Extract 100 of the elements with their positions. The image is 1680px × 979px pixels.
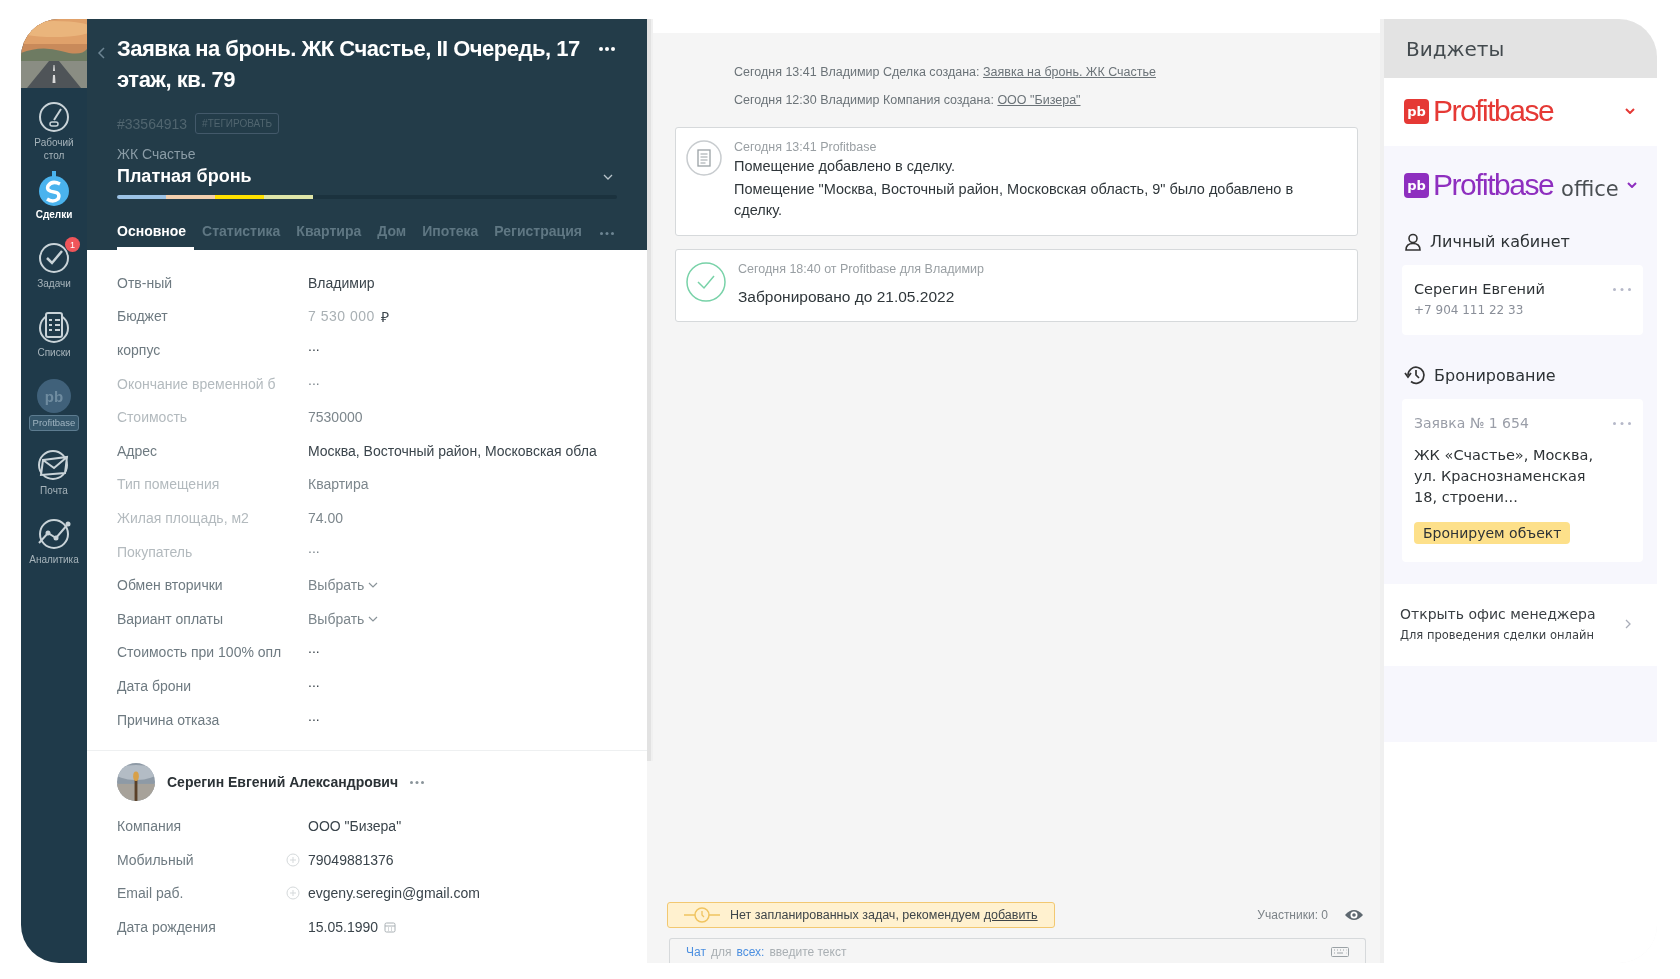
- field-value[interactable]: ...: [308, 338, 320, 354]
- keyboard-icon[interactable]: [1331, 947, 1349, 957]
- field-value[interactable]: evgeny.seregin@gmail.com: [308, 885, 480, 902]
- notification-badge: 1: [65, 237, 80, 252]
- list-icon: [38, 310, 70, 344]
- field-label: Окончание временной б: [117, 375, 277, 392]
- section-title: Бронирование: [1434, 365, 1556, 385]
- field-label: Компания: [117, 818, 183, 835]
- logo-suffix: office: [1561, 177, 1619, 201]
- manager-link-subtitle: Для проведения сделки онлайн: [1400, 628, 1595, 642]
- pipeline-name: ЖК Счастье: [117, 146, 197, 162]
- chat-input[interactable]: Чат для всех: введите текст: [669, 938, 1366, 963]
- field-label: Тип помещения: [117, 476, 221, 493]
- profitbase-logo-icon: pb: [1404, 98, 1429, 124]
- profitbase-logo: Profitbase: [1433, 94, 1554, 128]
- event-link[interactable]: ООО "Бизера": [997, 93, 1081, 107]
- booking-status: Бронируем объект: [1414, 522, 1571, 544]
- widgets-title: Виджеты: [1384, 19, 1657, 78]
- field-label: Дата рождения: [117, 918, 217, 935]
- field-value[interactable]: ООО "Бизера": [308, 818, 402, 835]
- chevron-down-icon[interactable]: [1625, 108, 1635, 114]
- tab[interactable]: Основное: [117, 217, 195, 250]
- note-meta: Сегодня 13:41 Profitbase: [734, 140, 878, 154]
- currency-sign: ₽: [380, 307, 389, 326]
- field-label: Стоимость: [117, 409, 189, 426]
- note-text: Помещение "Москва, Восточный район, Московская область, 9" было добавлено в сделку.: [734, 180, 1295, 220]
- task-notice-text: Нет запланированных задач, рекомендуем добавить: [730, 908, 1038, 922]
- field-label: Дата брони: [117, 677, 193, 694]
- note-text: Помещение добавлено в сделку.: [734, 157, 956, 176]
- profitbase-logo: Profitbase: [1433, 168, 1554, 202]
- chevron-right-icon: [1625, 619, 1631, 629]
- nav-item[interactable]: Аналитика: [21, 511, 87, 580]
- field-label: Жилая площадь, м2: [117, 509, 250, 526]
- section-title: Личный кабинет: [1430, 232, 1570, 251]
- chevron-down-icon: [368, 582, 379, 589]
- field-label: Адрес: [117, 442, 159, 459]
- event-link[interactable]: Заявка на бронь. ЖК Счастье: [983, 65, 1156, 79]
- event-line: Сегодня 13:41 Владимир Сделка создана: Заявка на бронь. ЖК Счастье: [734, 65, 1157, 79]
- nav-item[interactable]: Сделки: [21, 166, 87, 235]
- nav-item[interactable]: 1 Задачи: [21, 235, 87, 304]
- nav-item[interactable]: Рабочий стол: [21, 94, 87, 166]
- checkmark-icon: [686, 262, 726, 302]
- back-icon[interactable]: [97, 47, 105, 59]
- checkmark-icon: [38, 242, 70, 274]
- field-value[interactable]: ...: [308, 707, 320, 724]
- participants-count: Участники: 0: [1257, 908, 1328, 922]
- note-text: Забронировано до 21.05.2022: [738, 287, 956, 307]
- chat-placeholder: введите текст: [769, 945, 847, 959]
- eye-icon[interactable]: [1344, 908, 1364, 922]
- widget-header[interactable]: pb Profitbase: [1384, 78, 1657, 146]
- field-label: Бюджет: [117, 308, 169, 325]
- envelope-icon: [37, 449, 71, 481]
- document-icon: [686, 140, 722, 176]
- field-value[interactable]: Владимир: [308, 274, 375, 291]
- field-label: корпус: [117, 342, 162, 358]
- field-label: Причина отказа: [117, 711, 221, 728]
- more-icon[interactable]: [599, 47, 615, 51]
- booking-card[interactable]: Заявка № 1 654 ЖК «Счастье», Москва, ул. Краснознаменская 18, строени... Бронируем объект: [1402, 399, 1643, 562]
- chat-audience-link[interactable]: всех:: [736, 945, 765, 959]
- contact-name[interactable]: Серегин Евгений Александрович: [167, 774, 399, 791]
- chat-for-label: для: [710, 945, 732, 959]
- nav-item[interactable]: Списки: [21, 304, 87, 373]
- add-task-link[interactable]: добавить: [983, 908, 1038, 922]
- chevron-down-icon: [368, 615, 379, 622]
- field-label: Обмен вторички: [117, 577, 224, 594]
- deal-title: Заявка на бронь. ЖК Счастье, II Очередь, 17 этаж, кв. 79: [117, 35, 581, 94]
- gauge-icon: [38, 101, 70, 133]
- field-label: Покупатель: [117, 543, 194, 560]
- nav-item[interactable]: Почта: [21, 442, 87, 511]
- chevron-down-icon: [603, 173, 613, 180]
- chat-mode-link[interactable]: Чат: [686, 945, 706, 959]
- field-value[interactable]: ...: [308, 673, 320, 690]
- profitbase-logo-icon: pb: [1404, 172, 1429, 198]
- account-phone: +7 904 111 22 33: [1414, 303, 1525, 317]
- select-dropdown[interactable]: Выбрать: [308, 610, 379, 627]
- booking-address: ЖК «Счастье», Москва, ул. Краснознаменская 18, строени...: [1414, 446, 1595, 507]
- field-label: Мобильный: [117, 851, 195, 868]
- calendar-icon[interactable]: [384, 920, 397, 933]
- field-value[interactable]: Москва, Восточный район, Московская обла: [308, 442, 597, 459]
- chevron-down-icon[interactable]: [1627, 182, 1637, 188]
- field-label: Вариант оплаты: [117, 610, 225, 627]
- dollar-icon: [38, 171, 70, 207]
- event-line: Сегодня 12:30 Владимир Компания создана: ООО "Бизера": [734, 93, 1082, 107]
- field-value[interactable]: ...: [308, 640, 320, 657]
- field-value[interactable]: 79049881376: [308, 851, 394, 868]
- booking-number: Заявка № 1 654: [1414, 415, 1529, 431]
- field-label: Отв-ный: [117, 274, 173, 291]
- history-icon: [1404, 365, 1426, 385]
- status-dropdown[interactable]: Платная бронь: [117, 166, 617, 187]
- field-label: Email раб.: [117, 885, 185, 902]
- clock-icon: [684, 907, 720, 923]
- manager-link-title: Открыть офис менеджера: [1400, 606, 1597, 622]
- field-value[interactable]: 15.05.1990: [308, 918, 379, 935]
- note-meta: Сегодня 18:40 от Profitbase для Владимир: [738, 262, 985, 276]
- select-dropdown[interactable]: Выбрать: [308, 577, 379, 594]
- account-card[interactable]: Серегин Евгений +7 904 111 22 33: [1402, 265, 1643, 335]
- field-label: Стоимость при 100% опл: [117, 644, 283, 661]
- account-name: Серегин Евгений: [1414, 281, 1545, 297]
- scrollbar[interactable]: [647, 19, 653, 761]
- user-icon: [1404, 232, 1422, 251]
